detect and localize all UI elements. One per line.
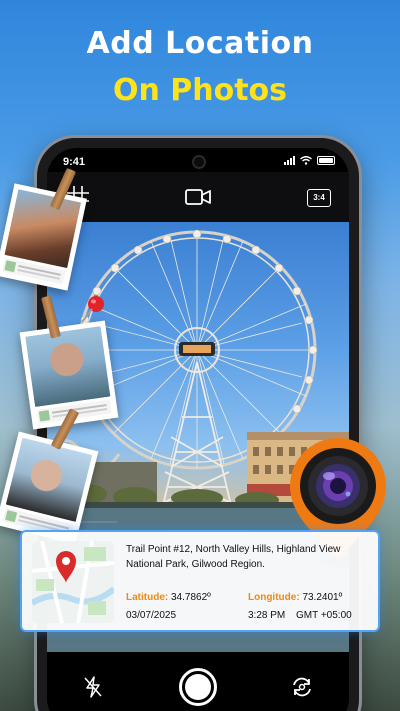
- camera-toolbar: 3:4: [47, 172, 349, 222]
- longitude-row: Longitude: 73.2401º: [248, 592, 342, 603]
- latitude-value: 34.7862º: [171, 592, 211, 603]
- status-time: 9:41: [63, 156, 86, 168]
- longitude-label: Longitude:: [248, 592, 300, 603]
- time-row: 3:28 PM GMT +05:00: [248, 610, 352, 621]
- headline-line2: On Photos: [112, 73, 288, 108]
- shutter-button[interactable]: [179, 668, 217, 706]
- video-camera-icon[interactable]: [185, 188, 211, 206]
- capture-timezone: GMT +05:00: [296, 610, 352, 621]
- location-info-card: Trail Point #12, North Valley Hills, Hig…: [20, 530, 380, 632]
- map-thumbnail: [32, 541, 114, 623]
- headline-line1: Add Location: [86, 26, 314, 61]
- camera-bottom-bar: [47, 652, 349, 711]
- capture-date: 03/07/2025: [126, 610, 177, 621]
- flip-camera-icon[interactable]: [291, 676, 313, 698]
- flash-off-icon[interactable]: [83, 676, 103, 698]
- battery-icon: [317, 156, 335, 165]
- status-bar: 9:41: [47, 148, 349, 172]
- signal-icon: [284, 156, 295, 165]
- latitude-label: Latitude:: [126, 592, 169, 603]
- location-address: Trail Point #12, North Valley Hills, Hig…: [126, 544, 341, 570]
- capture-time: 3:28 PM: [248, 610, 286, 621]
- headline: Add Location On Photos: [0, 26, 400, 108]
- push-pin-icon: [81, 296, 104, 323]
- wifi-icon: [300, 156, 312, 165]
- date-row: 03/07/2025: [126, 610, 176, 621]
- front-camera-dot: [194, 157, 204, 167]
- latitude-row: Latitude: 34.7862º: [126, 592, 211, 603]
- longitude-value: 73.2401º: [302, 592, 343, 603]
- aspect-ratio-button[interactable]: 3:4: [307, 189, 331, 207]
